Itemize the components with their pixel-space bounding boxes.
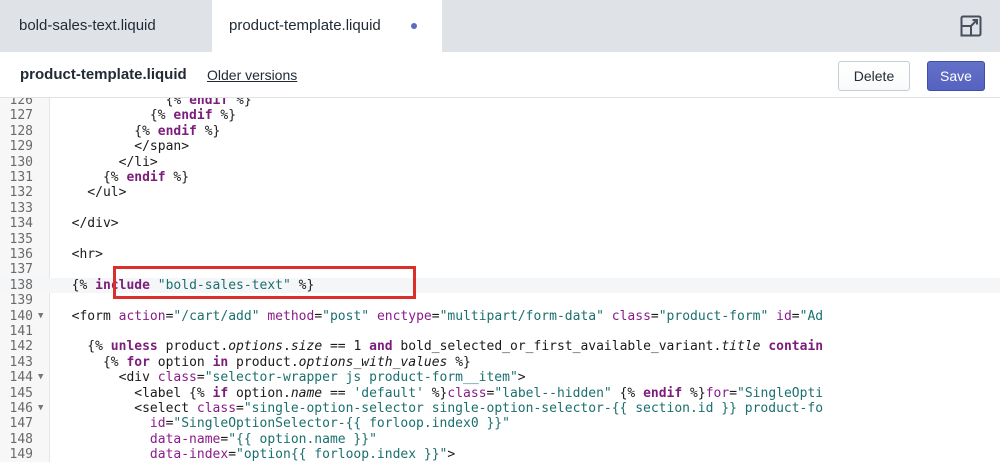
line-number: 131 <box>9 170 33 185</box>
expand-icon[interactable] <box>960 15 982 37</box>
line-number: 134 <box>9 216 33 232</box>
line-number: 128 <box>9 123 33 139</box>
code-text: </div> <box>56 216 119 232</box>
code-text: <form action="/cart/add" method="post" e… <box>56 308 824 324</box>
line-number: 133 <box>9 200 33 216</box>
code-line[interactable]: 148 data-name="{{ option.name }}" <box>0 432 1000 447</box>
code-line[interactable]: 146 ▼ <select class="single-option-select… <box>0 401 1000 416</box>
line-number: 144 <box>9 370 33 386</box>
code-line[interactable]: 141 <box>0 324 1000 339</box>
code-line[interactable]: 134 </div> <box>0 216 1000 231</box>
code-text: <hr> <box>56 247 103 262</box>
line-number: 130 <box>9 154 33 170</box>
tab-product-template[interactable]: product-template.liquid <box>212 0 442 52</box>
file-title: product-template.liquid <box>20 66 187 83</box>
code-text: </li> <box>56 154 158 170</box>
code-line[interactable]: 145 <label {% if option.name == 'default… <box>0 386 1000 401</box>
line-number: 138 <box>9 277 33 293</box>
code-line[interactable]: 132 </ul> <box>0 185 1000 200</box>
fold-arrow-icon[interactable]: ▼ <box>38 370 43 385</box>
fold-arrow-icon[interactable]: ▼ <box>38 401 43 416</box>
line-number: 132 <box>9 185 33 201</box>
line-number: 140 <box>9 308 33 324</box>
code-text: data-index="option{{ forloop.index }}"> <box>149 447 456 462</box>
code-line[interactable]: 128 {% endif %} <box>0 124 1000 139</box>
tab-label: bold-sales-text.liquid <box>19 17 156 34</box>
delete-button[interactable]: Delete <box>838 61 910 91</box>
code-text: {% endif %} <box>56 108 237 124</box>
code-text: </span> <box>56 139 190 155</box>
code-line[interactable]: 133 <box>0 201 1000 216</box>
code-line[interactable]: 139 <box>0 293 1000 308</box>
save-button[interactable]: Save <box>927 61 985 91</box>
line-number: 146 <box>9 401 33 416</box>
code-line[interactable]: 130 </li> <box>0 155 1000 170</box>
code-text: {% endif %} <box>56 123 221 139</box>
code-line[interactable]: 138 {% include "bold-sales-text" %} <box>0 277 1000 293</box>
code-text: id="SingleOptionSelector-{{ forloop.inde… <box>149 416 510 432</box>
line-number: 141 <box>9 324 33 339</box>
code-text: <label {% if option.name == 'default' %}… <box>56 385 824 401</box>
code-text: {% endif %} <box>56 170 190 185</box>
code-text: <div class="selector-wrapper js product-… <box>56 370 526 386</box>
line-number: 142 <box>9 339 33 355</box>
line-number: 147 <box>9 416 33 432</box>
tab-bar: bold-sales-text.liquid product-template.… <box>0 0 1000 52</box>
code-line[interactable]: 140 ▼ <form action="/cart/add" method="po… <box>0 309 1000 324</box>
line-number: 137 <box>9 262 33 278</box>
older-versions-link[interactable]: Older versions <box>207 67 297 83</box>
fold-arrow-icon[interactable]: ▼ <box>38 309 43 324</box>
tab-label: product-template.liquid <box>229 17 381 34</box>
code-text: </ul> <box>56 185 127 201</box>
code-line[interactable]: 142 {% unless product.options.size == 1 … <box>0 339 1000 354</box>
code-line[interactable]: 144 ▼ <div class="selector-wrapper js pro… <box>0 370 1000 385</box>
line-number: 126 <box>9 98 33 108</box>
line-number: 143 <box>9 354 33 370</box>
code-text: {% endif %} <box>56 98 252 108</box>
code-editor[interactable]: 126 {% endif %} 127 {% endif %} 128 {% end… <box>0 98 1000 462</box>
line-number: 136 <box>9 247 33 262</box>
code-line[interactable]: 135 <box>0 232 1000 247</box>
code-line[interactable]: 147 id="SingleOptionSelector-{{ forloop.… <box>0 416 1000 431</box>
line-number: 148 <box>9 431 33 447</box>
code-line[interactable]: 126 {% endif %} <box>0 98 1000 108</box>
code-text: data-name="{{ option.name }}" <box>149 431 377 447</box>
code-line[interactable]: 137 <box>0 262 1000 277</box>
tab-bold-sales-text[interactable]: bold-sales-text.liquid <box>0 0 212 52</box>
code-line[interactable]: 127 {% endif %} <box>0 108 1000 123</box>
line-number: 135 <box>9 231 33 247</box>
code-line[interactable]: 143 {% for option in product.options_wit… <box>0 355 1000 370</box>
code-text: {% include "bold-sales-text" %} <box>56 277 315 293</box>
line-number: 149 <box>9 447 33 462</box>
code-line[interactable]: 149 data-index="option{{ forloop.index }… <box>0 447 1000 462</box>
code-text: {% for option in product.options_with_va… <box>56 354 471 370</box>
code-text: <select class="single-option-selector si… <box>56 401 824 416</box>
line-number: 127 <box>9 108 33 124</box>
code-text: {% unless product.options.size == 1 and … <box>56 339 824 355</box>
unsaved-indicator-dot <box>411 23 417 29</box>
line-number: 145 <box>9 385 33 401</box>
line-number: 129 <box>9 139 33 155</box>
code-line[interactable]: 136 <hr> <box>0 247 1000 262</box>
line-number: 139 <box>9 293 33 309</box>
editor-header: product-template.liquid Older versions D… <box>0 52 1000 98</box>
code-line[interactable]: 131 {% endif %} <box>0 170 1000 185</box>
code-line[interactable]: 129 </span> <box>0 139 1000 154</box>
